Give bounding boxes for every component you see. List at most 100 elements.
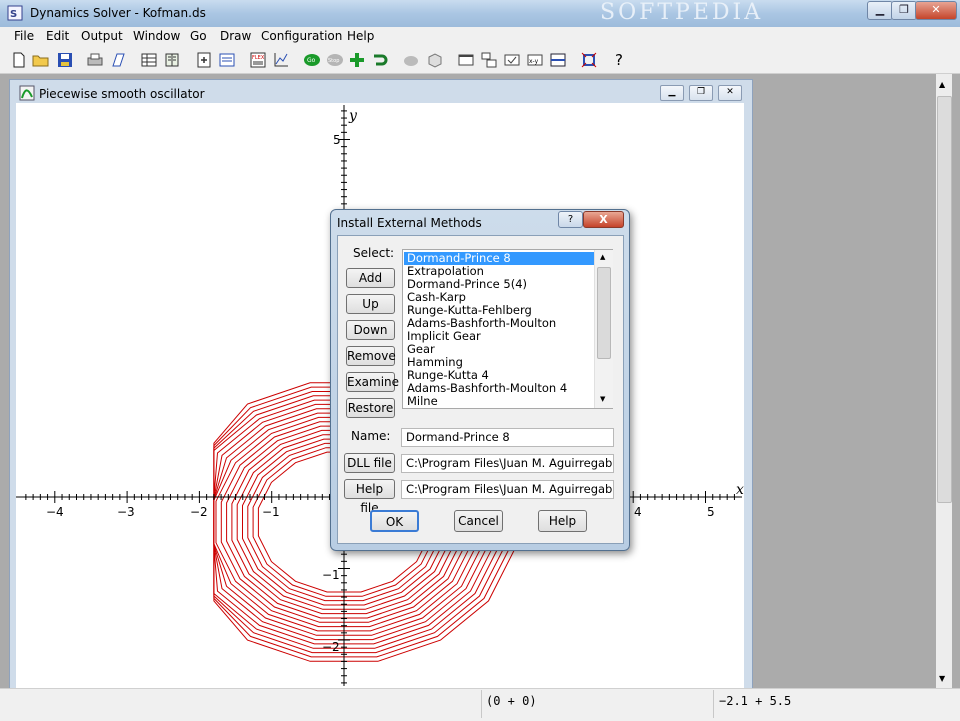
svg-text:S: S — [10, 9, 17, 20]
y-axis-label: y — [348, 108, 358, 124]
print-preview-icon — [112, 53, 125, 67]
help-button[interactable]: ? — [609, 50, 629, 70]
up-button[interactable]: Up — [346, 294, 395, 314]
methods-listbox[interactable]: Dormand-Prince 8 Extrapolation Dormand-P… — [402, 249, 613, 409]
minimize-button[interactable]: ▁ — [867, 1, 893, 20]
new-file-button[interactable] — [9, 50, 29, 70]
dialog-help-button[interactable]: Help — [538, 510, 587, 532]
plot-restore-button[interactable]: ❐ — [689, 85, 713, 101]
stop-icon: Stop — [327, 54, 343, 66]
open-folder-icon — [32, 55, 49, 67]
return-icon — [374, 54, 388, 66]
fit-button[interactable] — [579, 50, 599, 70]
menu-help[interactable]: Help — [347, 29, 374, 43]
xy-icon: x-y — [527, 54, 543, 66]
split-icon — [550, 53, 566, 67]
restore-window-icon: ❐ — [899, 3, 909, 16]
menu-output[interactable]: Output — [81, 29, 123, 43]
eraser-icon — [404, 56, 418, 66]
plot-window-title: Piecewise smooth oscillator — [39, 87, 205, 101]
y-tick-label: 5 — [333, 133, 341, 147]
window-check-button[interactable] — [502, 50, 522, 70]
menu-window[interactable]: Window — [133, 29, 180, 43]
menu-bar: File Edit Output Window Go Draw Configur… — [0, 27, 960, 47]
menu-configuration[interactable]: Configuration — [261, 29, 342, 43]
menu-draw[interactable]: Draw — [220, 29, 251, 43]
calculator-button[interactable] — [194, 50, 214, 70]
xy-button[interactable]: x-y — [525, 50, 545, 70]
help-file-button[interactable]: Help file — [344, 479, 395, 515]
add-button[interactable] — [347, 50, 367, 70]
scroll-thumb[interactable] — [937, 96, 952, 503]
menu-edit[interactable]: Edit — [46, 29, 69, 43]
ok-button[interactable]: OK — [370, 510, 419, 532]
list-scroll-thumb[interactable] — [597, 267, 611, 359]
menu-file[interactable]: File — [14, 29, 34, 43]
help-path-field[interactable]: C:\Program Files\Juan M. Aguirregabiria\… — [401, 480, 614, 499]
dll-file-button[interactable]: DLL file — [344, 453, 395, 473]
save-icon — [58, 53, 72, 67]
scroll-down-icon[interactable]: ▼ — [939, 674, 945, 683]
book-button[interactable] — [162, 50, 182, 70]
go-button[interactable]: Go — [302, 50, 322, 70]
window-button[interactable] — [456, 50, 476, 70]
close-button[interactable]: ✕ — [915, 1, 957, 20]
flex-button[interactable]: FLEX — [248, 50, 268, 70]
toolbar: FLEX Go Stop x-y ? — [0, 47, 960, 74]
remove-button[interactable]: Remove — [346, 346, 396, 366]
dll-path-field[interactable]: C:\Program Files\Juan M. Aguirregabiria\… — [401, 454, 614, 473]
svg-text:Stop: Stop — [328, 58, 339, 64]
cancel-button[interactable]: Cancel — [454, 510, 503, 532]
new-file-icon — [13, 52, 25, 68]
stop-button[interactable]: Stop — [325, 50, 345, 70]
down-button[interactable]: Down — [346, 320, 395, 340]
app-title-bar[interactable]: S Dynamics Solver - Kofman.ds SOFTPEDIA … — [0, 0, 960, 28]
x-tick-label: −4 — [46, 505, 64, 519]
split-button[interactable] — [548, 50, 568, 70]
plot-minimize-button[interactable]: ▁ — [660, 85, 684, 101]
text-output-button[interactable] — [217, 50, 237, 70]
chart-button[interactable] — [271, 50, 291, 70]
close-icon: X — [599, 213, 608, 226]
plot-close-button[interactable]: ✕ — [718, 85, 742, 101]
restore-window-icon: ❐ — [696, 87, 706, 97]
name-field[interactable]: Dormand-Prince 8 — [401, 428, 614, 447]
table-icon — [141, 53, 157, 67]
scroll-up-icon[interactable]: ▲ — [939, 80, 945, 89]
save-button[interactable] — [55, 50, 75, 70]
table-button[interactable] — [139, 50, 159, 70]
help-question-icon: ? — [567, 214, 574, 225]
return-button[interactable] — [370, 50, 390, 70]
open-button[interactable] — [31, 50, 51, 70]
dialog-help-caption-button[interactable]: ? — [558, 211, 583, 228]
print-button[interactable] — [85, 50, 105, 70]
dialog-close-button[interactable]: X — [583, 211, 624, 228]
calculator-icon — [197, 52, 211, 68]
status-range: −2.1 + 5.5 — [719, 694, 792, 708]
app-title: Dynamics Solver - Kofman.ds — [30, 6, 206, 20]
3d-button[interactable] — [425, 50, 445, 70]
tile-button[interactable] — [479, 50, 499, 70]
eraser-button[interactable] — [401, 50, 421, 70]
print-preview-button[interactable] — [108, 50, 128, 70]
chart-icon — [274, 53, 288, 67]
maximize-button[interactable]: ❐ — [891, 1, 917, 20]
workspace-scrollbar[interactable]: ▲ ▼ — [936, 74, 952, 688]
list-item[interactable]: Milne — [407, 395, 438, 408]
plot-window-icon — [19, 85, 35, 104]
scroll-up-icon[interactable]: ▲ — [600, 253, 605, 261]
status-divider — [481, 690, 482, 718]
methods-list-scrollbar[interactable]: ▲ ▼ — [594, 250, 613, 408]
3d-box-icon — [428, 53, 442, 68]
examine-button[interactable]: Examine — [346, 372, 399, 392]
status-bar — [0, 688, 960, 721]
minimize-icon: ▁ — [668, 87, 676, 97]
menu-go[interactable]: Go — [190, 29, 207, 43]
scroll-down-icon[interactable]: ▼ — [600, 395, 605, 403]
restore-button[interactable]: Restore — [346, 398, 395, 418]
y-tick-label: −1 — [322, 568, 340, 582]
window-check-icon — [504, 54, 520, 66]
x-tick-label: 5 — [707, 505, 715, 519]
status-divider — [713, 690, 714, 718]
add-button[interactable]: Add — [346, 268, 395, 288]
